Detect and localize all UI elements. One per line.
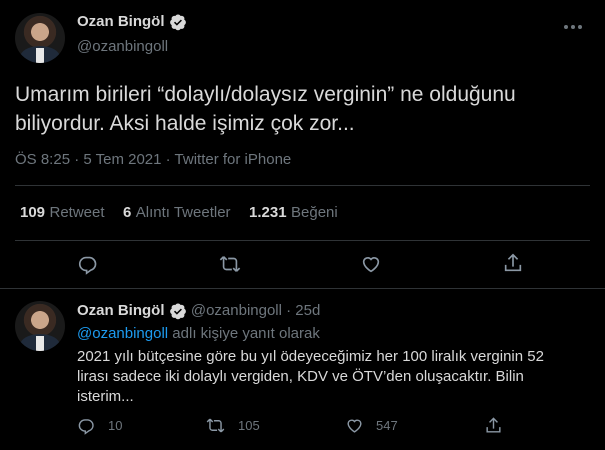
retweet-icon[interactable] (218, 253, 242, 275)
more-icon[interactable] (562, 18, 584, 36)
retweets-stat[interactable]: 109 Retweet (20, 204, 109, 221)
replying-to: @ozanbingoll adlı kişiye yanıt olarak (77, 325, 320, 342)
reply-action-reply[interactable]: 10 (77, 416, 122, 435)
reply-tweet-avatar[interactable] (15, 301, 65, 351)
quotes-count: 6 (122, 204, 132, 221)
retweets-label: Retweet (49, 204, 105, 221)
replying-to-handle[interactable]: @ozanbingoll (77, 325, 168, 342)
reply-action-like[interactable]: 547 (345, 416, 398, 435)
main-tweet-author-handle[interactable]: @ozanbingoll (77, 38, 168, 55)
reply-tweet-author-name[interactable]: Ozan Bingöl (77, 302, 165, 319)
divider (0, 288, 605, 289)
main-tweet-text: Umarım birileri “dolaylı/dolaysız vergin… (15, 80, 516, 138)
reply-icon[interactable] (77, 253, 99, 275)
main-tweet-author-name[interactable]: Ozan Bingöl (77, 13, 165, 30)
likes-count: 1.231 (249, 204, 287, 221)
reply-action-retweet[interactable]: 105 (205, 416, 260, 435)
share-icon[interactable] (502, 252, 524, 274)
reply-tweet-time[interactable]: · 25d (286, 302, 320, 319)
like-icon[interactable] (345, 416, 364, 435)
verified-badge-icon (169, 13, 187, 31)
divider (15, 240, 590, 241)
reply-tweet-header: Ozan Bingöl @ozanbingoll · 25d (77, 302, 320, 320)
retweet-icon[interactable] (205, 416, 226, 435)
main-tweet-text-line: Umarım birileri “dolaylı/dolaysız vergin… (15, 83, 516, 106)
main-tweet-meta[interactable]: ÖS 8:25 · 5 Tem 2021 · Twitter for iPhon… (15, 151, 291, 168)
quotes-label: Alıntı Tweetler (135, 204, 231, 221)
verified-badge-icon (169, 302, 187, 320)
reply-tweet-text-line: isterim... (77, 388, 134, 405)
reply-tweet-author-handle[interactable]: @ozanbingoll (191, 302, 282, 319)
reply-icon[interactable] (77, 416, 96, 435)
reply-tweet-text-line: 2021 yılı bütçesine göre bu yıl ödeyeceğ… (77, 348, 544, 365)
like-count: 547 (376, 418, 398, 433)
share-icon[interactable] (484, 416, 503, 435)
likes-stat[interactable]: 1.231 Beğeni (249, 204, 338, 221)
reply-tweet-text: 2021 yılı bütçesine göre bu yıl ödeyeceğ… (77, 347, 544, 407)
main-tweet-stats: 109 Retweet 6 Alıntı Tweetler 1.231 Beğe… (20, 204, 338, 222)
reply-tweet-text-line: lirası sadece iki dolaylı vergiden, KDV … (77, 368, 524, 385)
replying-to-label: adlı kişiye yanıt olarak (172, 325, 320, 342)
reply-count: 10 (108, 418, 123, 433)
main-tweet-text-line: biliyordur. Aksi halde işimiz çok zor... (15, 112, 355, 135)
retweet-count: 105 (238, 418, 260, 433)
like-icon[interactable] (360, 253, 382, 275)
quotes-stat[interactable]: 6 Alıntı Tweetler (123, 204, 235, 221)
divider (15, 185, 590, 186)
likes-label: Beğeni (291, 204, 338, 221)
main-tweet-avatar[interactable] (15, 13, 65, 63)
retweets-count: 109 (20, 204, 46, 221)
main-tweet-author[interactable]: Ozan Bingöl (77, 13, 187, 31)
